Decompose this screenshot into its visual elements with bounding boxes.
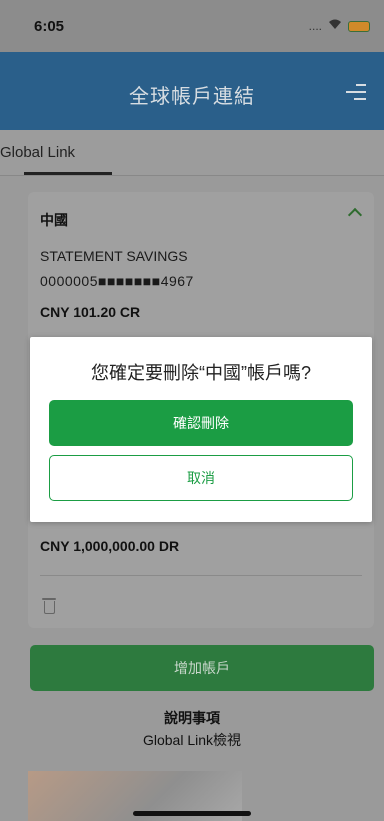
trash-icon[interactable] <box>42 598 56 614</box>
page-title: 全球帳戶連結 <box>129 85 255 108</box>
cancel-button[interactable]: 取消 <box>49 455 353 501</box>
home-indicator <box>133 811 251 816</box>
battery-icon <box>348 20 370 32</box>
dialog-message: 您確定要刪除“中國”帳戶嗎? <box>91 363 311 383</box>
chevron-up-icon[interactable] <box>347 207 363 223</box>
menu-icon[interactable] <box>346 84 366 102</box>
signal-indicator: .... <box>308 19 322 33</box>
account-region-title: 中國 <box>40 212 68 228</box>
notes-subtitle: Global Link檢視 <box>142 732 242 748</box>
card-divider <box>40 575 362 576</box>
tab-global-link[interactable]: Global Link <box>0 144 75 161</box>
confirm-delete-button[interactable]: 確認刪除 <box>49 400 353 446</box>
tab-bar: Global Link <box>0 130 384 176</box>
notes-title[interactable]: 說明事項 <box>0 708 384 728</box>
app-header: 全球帳戶連結 <box>0 52 384 130</box>
account-balance: CNY 101.20 CR <box>40 304 141 320</box>
wifi-icon <box>328 19 342 33</box>
delete-confirm-dialog: 您確定要刪除“中國”帳戶嗎? 確認刪除 取消 <box>30 337 372 522</box>
status-time: 6:05 <box>34 17 65 35</box>
active-tab-indicator <box>24 172 112 175</box>
account-balance-2: CNY 1,000,000.00 DR <box>40 538 180 554</box>
status-bar: 6:05 .... <box>0 0 384 52</box>
account-number: 0000005■■■■■■■4967 <box>40 273 194 289</box>
status-indicators: .... <box>309 19 370 33</box>
add-account-button[interactable]: 增加帳戶 <box>30 645 374 691</box>
account-type: STATEMENT SAVINGS <box>40 248 188 264</box>
